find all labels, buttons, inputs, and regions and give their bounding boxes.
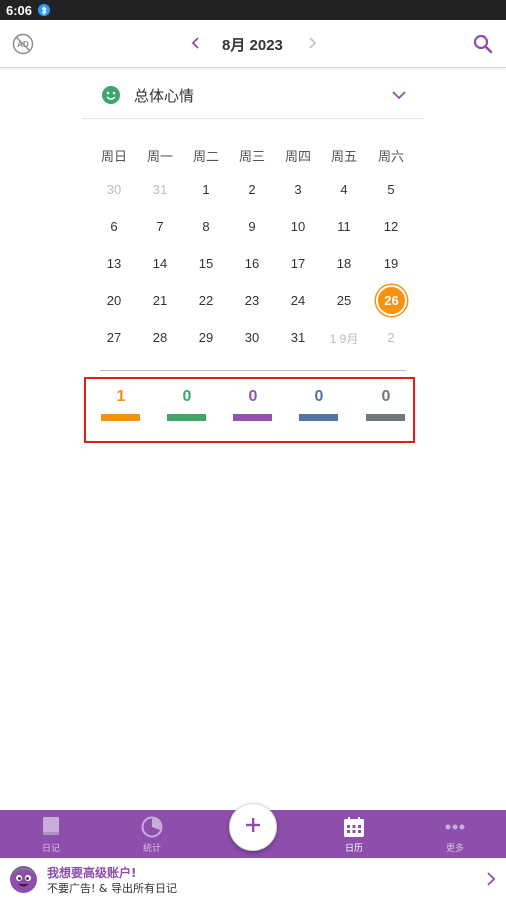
calendar-day-today[interactable]: 26 <box>376 285 407 316</box>
calendar-day[interactable]: 10 <box>278 219 318 234</box>
nav-item-diary[interactable]: 日记 <box>21 810 81 858</box>
nav-item-calendar[interactable]: 日历 <box>324 810 384 858</box>
nav-item-stats[interactable]: 统计 <box>122 810 182 858</box>
calendar-day[interactable]: 20 <box>94 293 134 308</box>
calendar-day[interactable]: 8 <box>186 219 226 234</box>
mood-count-value: 0 <box>248 388 258 405</box>
calendar-day[interactable]: 9 <box>232 219 272 234</box>
calendar-day[interactable]: 16 <box>232 256 272 271</box>
calendar-day[interactable]: 24 <box>278 293 318 308</box>
status-time: 6:06 <box>6 2 33 18</box>
calendar-day[interactable]: 1 <box>186 182 226 197</box>
happy-face-icon <box>101 85 121 109</box>
weekday-header: 周六 <box>377 150 404 165</box>
search-icon[interactable] <box>472 33 494 59</box>
bluetooth-icon <box>38 4 51 16</box>
calendar-day[interactable]: 4 <box>324 182 364 197</box>
calendar-day[interactable]: 18 <box>324 256 364 271</box>
chevron-down-icon[interactable] <box>390 86 408 108</box>
svg-text:AD: AD <box>17 40 29 49</box>
calendar-day[interactable]: 19 <box>371 256 411 271</box>
calendar-day[interactable]: 29 <box>186 330 226 345</box>
calendar-day[interactable]: 1 9月 <box>322 330 366 347</box>
plus-icon <box>245 817 261 837</box>
calendar-day[interactable]: 23 <box>232 293 272 308</box>
calendar-day[interactable]: 14 <box>140 256 180 271</box>
calendar-day[interactable]: 12 <box>371 219 411 234</box>
calendar-day[interactable]: 2 <box>371 330 411 345</box>
weekday-header: 周五 <box>330 150 357 165</box>
mood-selector-label: 总体心情 <box>134 87 195 105</box>
month-title[interactable]: 8月 2023 <box>222 34 283 55</box>
purple-mascot-icon <box>9 865 38 898</box>
calendar-day[interactable]: 11 <box>324 219 364 234</box>
top-bar: AD 8月 2023 <box>0 20 506 68</box>
mood-color-bar <box>366 414 405 421</box>
calendar-day[interactable]: 13 <box>94 256 134 271</box>
weekday-header: 周二 <box>192 150 219 165</box>
nav-label: 更多 <box>445 844 464 854</box>
mood-count-highlight <box>84 377 415 443</box>
nav-item-more[interactable]: 更多 <box>425 810 485 858</box>
mood-count-value: 0 <box>182 388 192 405</box>
chevron-right-icon[interactable] <box>485 871 497 891</box>
calendar-day[interactable]: 6 <box>94 219 134 234</box>
calendar-day[interactable]: 31 <box>140 182 180 197</box>
calendar-day[interactable]: 5 <box>371 182 411 197</box>
more-icon <box>444 816 466 838</box>
stats-icon <box>141 816 163 838</box>
prev-month-button[interactable] <box>187 34 205 56</box>
mood-selector[interactable]: 总体心情 <box>82 72 425 119</box>
nav-label: 日记 <box>41 844 60 854</box>
mood-color-bar <box>101 414 140 421</box>
calendar-day[interactable]: 2 <box>232 182 272 197</box>
calendar-day[interactable]: 30 <box>94 182 134 197</box>
mood-color-bar <box>167 414 206 421</box>
calendar-day[interactable]: 21 <box>140 293 180 308</box>
calendar-day[interactable]: 17 <box>278 256 318 271</box>
mood-count-value: 0 <box>381 388 391 405</box>
calendar-day[interactable]: 31 <box>278 330 318 345</box>
no-ads-icon[interactable]: AD <box>12 33 34 59</box>
calendar-day[interactable]: 22 <box>186 293 226 308</box>
weekday-header: 周一 <box>146 150 173 165</box>
mood-count-value: 0 <box>314 388 324 405</box>
mood-color-bar <box>233 414 272 421</box>
next-month-button[interactable] <box>303 34 321 56</box>
mood-color-bar <box>299 414 338 421</box>
nav-label: 统计 <box>142 844 161 854</box>
calendar-day[interactable]: 30 <box>232 330 272 345</box>
promo-title: 我想要高级账户! <box>47 866 137 880</box>
calendar-icon <box>343 816 365 838</box>
promo-subtitle: 不要广告! & 导出所有日记 <box>47 882 177 895</box>
calendar-day[interactable]: 7 <box>140 219 180 234</box>
premium-promo-banner[interactable]: 我想要高级账户! 不要广告! & 导出所有日记 <box>0 858 506 899</box>
weekday-header: 周四 <box>284 150 311 165</box>
status-bar: 6:06 <box>0 0 506 20</box>
book-icon <box>41 816 61 838</box>
weekday-header: 周日 <box>100 150 127 165</box>
calendar-day[interactable]: 15 <box>186 256 226 271</box>
weekday-header: 周三 <box>238 150 265 165</box>
mood-count-value: 1 <box>116 388 126 405</box>
calendar-day[interactable]: 25 <box>324 293 364 308</box>
calendar-day[interactable]: 3 <box>278 182 318 197</box>
nav-label: 日历 <box>344 844 363 854</box>
add-entry-button[interactable] <box>229 803 277 851</box>
calendar-day[interactable]: 28 <box>140 330 180 345</box>
calendar-divider <box>100 370 406 371</box>
calendar-day[interactable]: 27 <box>94 330 134 345</box>
